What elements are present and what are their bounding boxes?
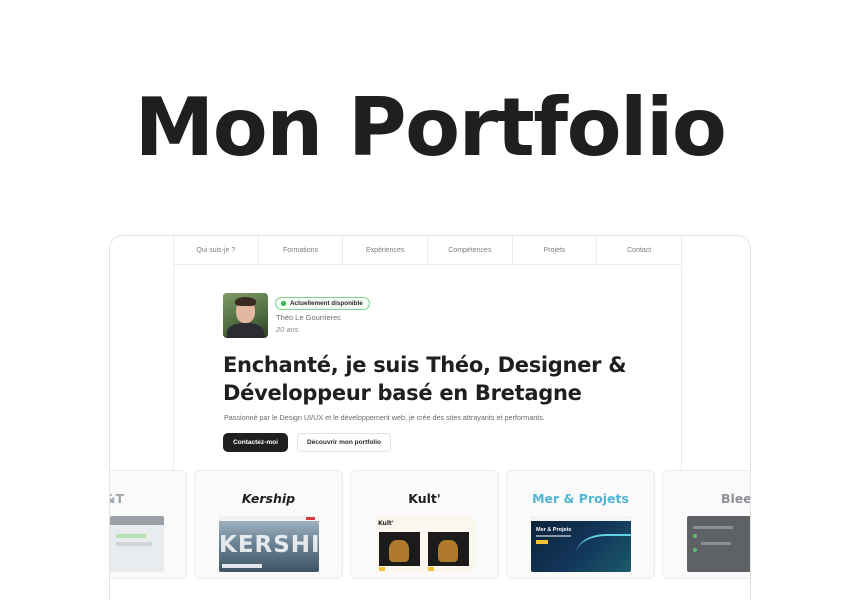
page-title: Mon Portfolio bbox=[134, 81, 727, 174]
nav-item-formations[interactable]: Formations bbox=[257, 236, 343, 264]
project-card-title: &T bbox=[110, 491, 124, 506]
screenshot-text: KERSHIP bbox=[219, 532, 319, 558]
screenshot-text: Mer & Projets bbox=[536, 527, 572, 533]
browser-preview: Qui suis-je ? Formations Expériences Com… bbox=[109, 235, 751, 600]
project-card-title: Bleep bbox=[721, 491, 751, 506]
profile-age: 20 ans bbox=[276, 325, 299, 334]
column-divider-right bbox=[681, 265, 682, 475]
nav-item-experiences[interactable]: Expériences bbox=[342, 236, 427, 264]
project-screenshot bbox=[687, 516, 750, 572]
hero-headline: Enchanté, je suis Théo, Designer & Dével… bbox=[223, 353, 627, 405]
nav-item-projects[interactable]: Projets bbox=[511, 236, 597, 264]
screenshot-text: Kult' bbox=[378, 520, 394, 527]
discover-portfolio-button[interactable]: Découvrir mon portfolio bbox=[297, 433, 391, 452]
profile-name: Théo Le Gourrierec bbox=[276, 313, 342, 322]
project-card-mer-projets[interactable]: Mer & Projets Mer & Projets bbox=[506, 470, 655, 579]
hero-subline: Passionné par le Design UI/UX et le déve… bbox=[224, 413, 545, 422]
nav-item-about[interactable]: Qui suis-je ? bbox=[173, 236, 258, 264]
project-card-kership[interactable]: Kership KERSHIP bbox=[194, 470, 343, 579]
project-screenshot bbox=[110, 516, 164, 572]
project-card-title: Kult' bbox=[408, 491, 441, 506]
project-card-title: Kership bbox=[241, 491, 296, 506]
project-screenshot: Kult' bbox=[375, 516, 475, 572]
nav-item-skills[interactable]: Compétences bbox=[427, 236, 512, 264]
avatar bbox=[223, 293, 268, 338]
project-screenshot: KERSHIP bbox=[219, 516, 319, 572]
contact-button[interactable]: Contactez-moi bbox=[223, 433, 288, 452]
project-card-kult[interactable]: Kult' Kult' bbox=[350, 470, 499, 579]
availability-badge: Actuellement disponible bbox=[275, 297, 370, 310]
top-navigation: Qui suis-je ? Formations Expériences Com… bbox=[173, 236, 683, 265]
project-screenshot: Mer & Projets bbox=[531, 516, 631, 572]
project-card-title: Mer & Projets bbox=[532, 491, 629, 506]
project-card-left-partial[interactable]: &T bbox=[110, 470, 187, 579]
status-dot-icon bbox=[281, 301, 286, 306]
nav-item-contact[interactable]: Contact bbox=[596, 236, 683, 264]
project-card-right-partial[interactable]: Bleep bbox=[662, 470, 751, 579]
availability-label: Actuellement disponible bbox=[290, 300, 363, 307]
column-divider-left bbox=[173, 265, 174, 475]
